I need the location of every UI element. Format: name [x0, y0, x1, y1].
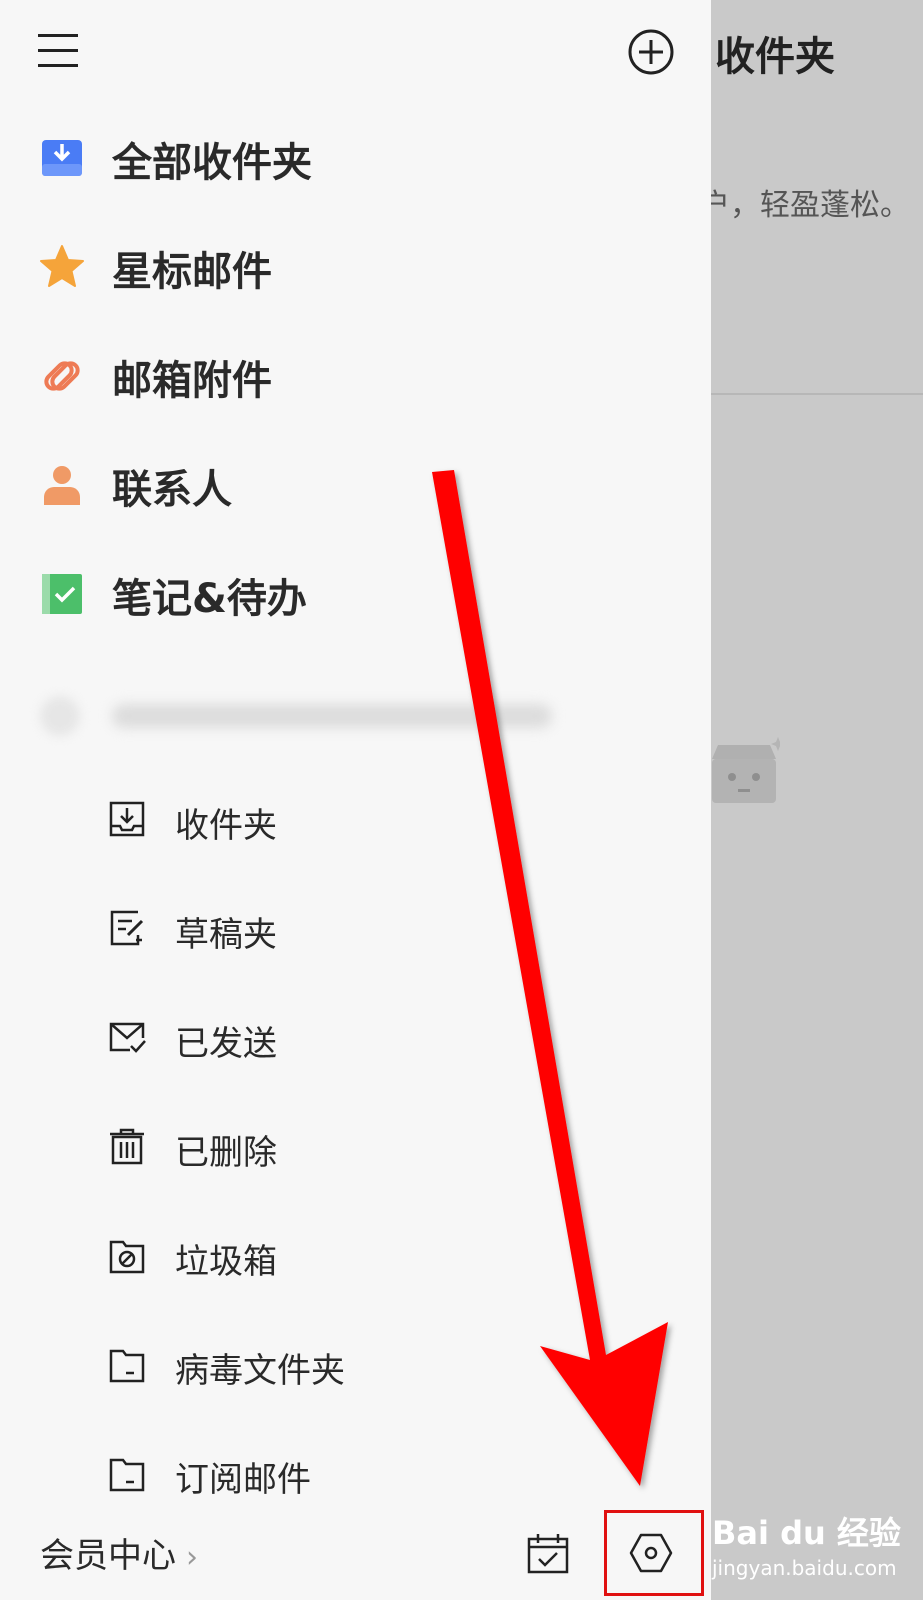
folder-item-deleted[interactable]: 已删除 [0, 1097, 711, 1197]
drawer-item-starred[interactable]: 星标邮件 [0, 215, 711, 315]
hamburger-menu-icon[interactable] [36, 30, 82, 70]
baidu-jingyan-watermark: Bai du 经验 jingyan.baidu.com [712, 1508, 901, 1580]
notes-todo-icon [42, 574, 82, 614]
contact-icon [44, 466, 80, 505]
folder-item-subscriptions[interactable]: 订阅邮件 [0, 1424, 711, 1506]
star-icon [40, 245, 84, 287]
folder-item-spam[interactable]: 垃圾箱 [0, 1206, 711, 1306]
drawer-item-all-inboxes[interactable]: 全部收件夹 [0, 106, 711, 206]
account-email-blurred [112, 704, 552, 728]
drawer-item-attachments[interactable]: 邮箱附件 [0, 324, 711, 424]
folder-item-drafts[interactable]: 草稿夹 [0, 879, 711, 979]
folder-label: 草稿夹 [175, 915, 277, 955]
folder-label: 已删除 [175, 1133, 277, 1173]
watermark-brand: Bai du 经验 [712, 1514, 901, 1552]
main-tip-text: 户，轻盈蓬松。 [700, 188, 910, 223]
trash-icon [110, 1128, 144, 1165]
drawer-item-contacts[interactable]: 联系人 [0, 433, 711, 533]
main-page-title: 收件夹 [715, 34, 835, 80]
all-inboxes-icon [42, 140, 82, 176]
drawer-item-label: 邮箱附件 [112, 358, 272, 404]
spam-folder-icon [109, 1240, 145, 1274]
attachment-icon [44, 361, 80, 391]
subscription-folder-icon [109, 1458, 145, 1492]
sent-mail-icon [109, 1022, 146, 1053]
account-email-row[interactable] [40, 690, 552, 740]
folder-item-sent[interactable]: 已发送 [0, 988, 711, 1088]
folder-label: 垃圾箱 [175, 1242, 277, 1282]
drawer-item-label: 笔记&待办 [112, 576, 307, 622]
drawer-item-label: 联系人 [112, 467, 232, 513]
main-divider [700, 393, 923, 395]
folder-label: 病毒文件夹 [175, 1351, 345, 1391]
folder-label: 收件夹 [175, 806, 277, 846]
chevron-right-icon: › [186, 1540, 198, 1575]
navigation-drawer: 全部收件夹 星标邮件 邮箱附件 联系人 笔记&待办 收件夹 草稿夹 已发送 已删… [0, 0, 711, 1600]
virus-folder-icon [109, 1349, 145, 1383]
calendar-icon[interactable] [526, 1532, 570, 1574]
drawer-item-notes-todo[interactable]: 笔记&待办 [0, 542, 711, 642]
folder-list: 收件夹 草稿夹 已发送 已删除 垃圾箱 病毒文件夹 订阅邮件 [0, 770, 711, 1506]
folder-label: 已发送 [175, 1024, 277, 1064]
account-avatar [40, 696, 80, 736]
drawer-item-label: 星标邮件 [112, 249, 272, 295]
vip-center-link[interactable]: 会员中心 › [40, 1528, 198, 1577]
vip-center-label: 会员中心 [40, 1536, 176, 1576]
drawer-item-label: 全部收件夹 [112, 140, 312, 186]
settings-highlight-box [604, 1510, 704, 1596]
inbox-tray-icon [109, 801, 145, 837]
draft-icon [110, 910, 144, 946]
folder-item-virus[interactable]: 病毒文件夹 [0, 1315, 711, 1415]
empty-inbox-illustration-icon [712, 737, 780, 803]
folder-item-inbox[interactable]: 收件夹 [0, 770, 711, 870]
watermark-site: jingyan.baidu.com [712, 1556, 897, 1580]
add-circle-icon[interactable] [627, 28, 675, 76]
folder-label: 订阅邮件 [175, 1460, 311, 1500]
